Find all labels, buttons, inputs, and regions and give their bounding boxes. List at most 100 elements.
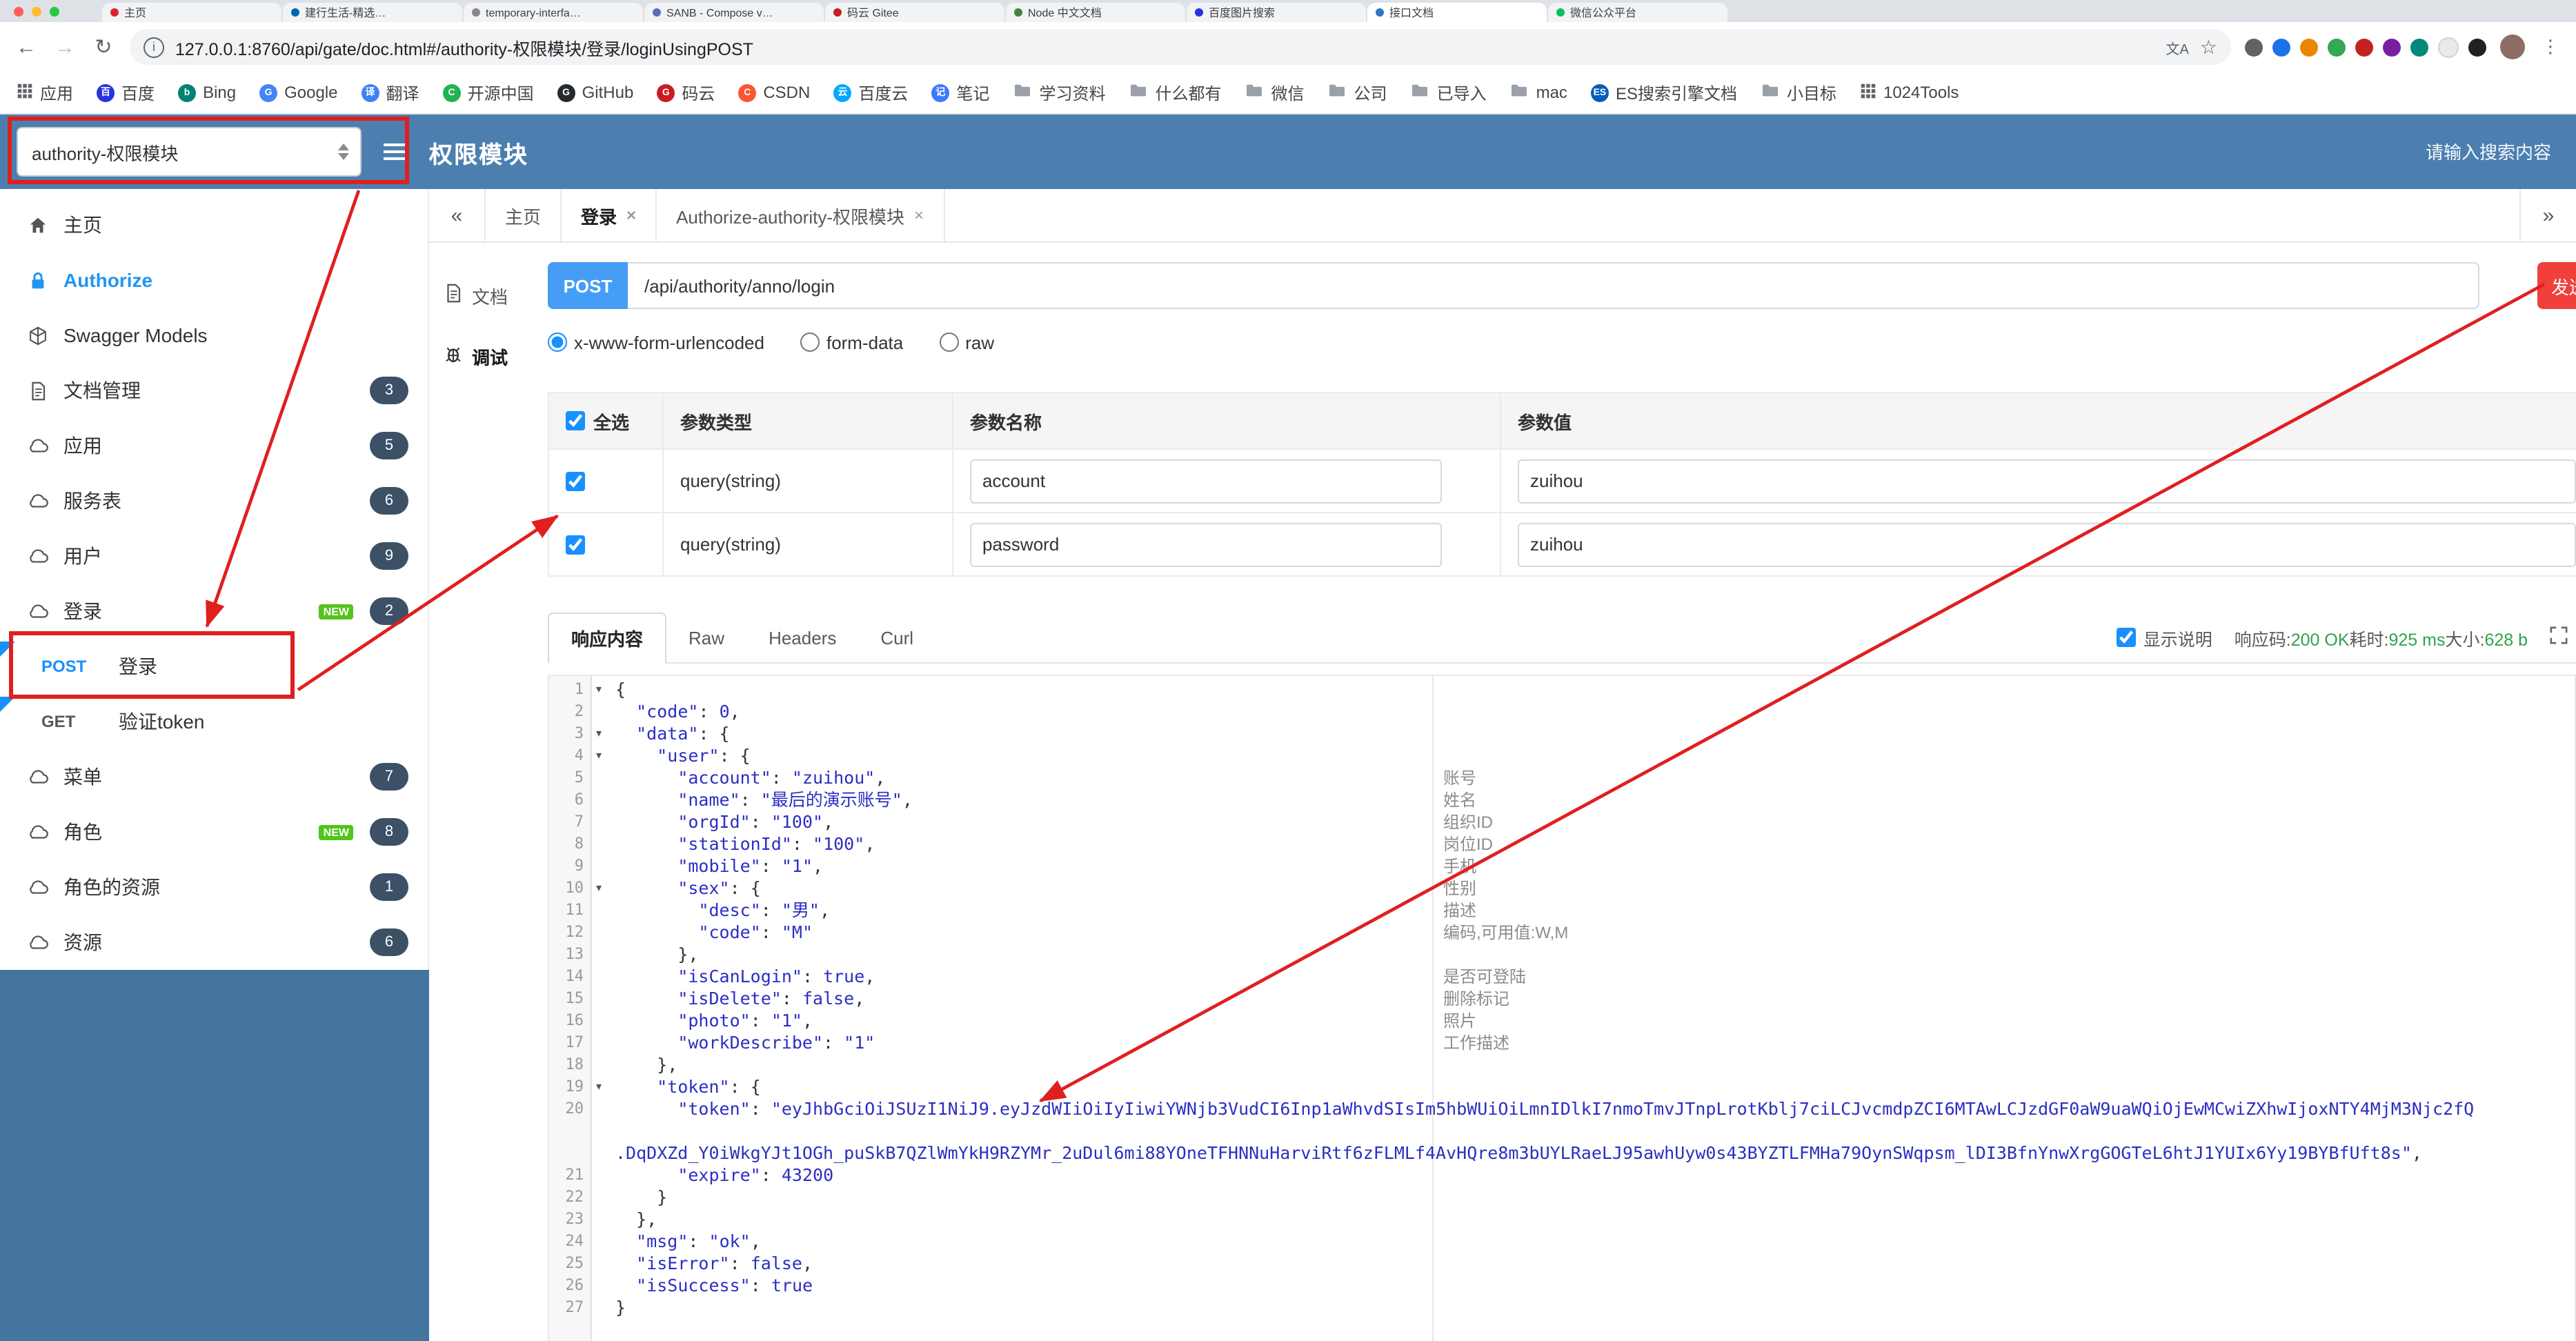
bookmark-item[interactable]: mac [1510,83,1567,102]
send-button[interactable]: 发送 [2537,262,2576,309]
browser-tab[interactable]: 建行生活-精选… [283,3,462,22]
bookmark-item[interactable]: C CSDN [738,83,810,102]
more-tabs-button[interactable]: » [2519,189,2576,241]
sidebar-item[interactable]: 角色的资源 1 [0,860,428,915]
show-description-toggle[interactable]: 显示说明 [2117,624,2212,650]
response-tab[interactable]: Headers [746,614,858,662]
extension-icon[interactable] [2410,38,2428,56]
bookmark-item[interactable]: 公司 [1328,81,1387,104]
window-controls[interactable] [14,7,59,17]
browser-tab[interactable]: 主页 [102,3,281,22]
response-tab[interactable]: Curl [858,614,935,662]
bookmark-item[interactable]: G GitHub [557,83,633,102]
bookmark-item[interactable]: G 码云 [657,81,715,104]
translate-icon[interactable]: 文A [2166,37,2189,57]
close-tab-icon[interactable]: × [626,206,636,225]
sidebar-item[interactable]: 角色 NEW 8 [0,804,428,860]
browser-tab[interactable]: temporary-interfa… [464,3,643,22]
param-checkbox[interactable] [566,471,585,490]
sidebar-item[interactable]: 菜单 7 [0,749,428,804]
browser-tab[interactable]: 接口文档 [1367,3,1547,22]
close-window-icon[interactable] [14,7,23,17]
close-tab-icon[interactable]: × [914,206,924,225]
browser-menu-icon[interactable]: ⋮ [2539,36,2562,58]
param-value-input[interactable] [1518,459,2576,503]
content-type-option[interactable]: form-data [800,332,903,352]
fold-caret-icon[interactable]: ▾ [591,723,607,745]
browser-tab[interactable]: SANB - Compose v… [644,3,824,22]
fold-caret-icon[interactable]: ▾ [591,745,607,767]
sidebar-item[interactable]: 主页 [0,197,428,252]
url-text[interactable]: 127.0.0.1:8760/api/gate/doc.html#/author… [175,34,2155,60]
param-checkbox[interactable] [566,535,585,554]
extension-icon[interactable] [2272,38,2290,56]
bookmark-item[interactable]: 微信 [1245,81,1305,104]
show-description-checkbox[interactable] [2117,628,2137,647]
content-type-radio[interactable] [939,332,959,352]
hamburger-icon[interactable] [381,138,410,166]
sidebar-item[interactable]: 登录 NEW 2 [0,584,428,639]
content-type-radio[interactable] [548,332,567,352]
sidebar-item[interactable]: 用户 9 [0,528,428,584]
reload-icon[interactable]: ↻ [91,34,116,59]
response-tab[interactable]: Raw [666,614,746,662]
bookmark-item[interactable]: 应用 [17,81,73,104]
header-search-input[interactable] [2341,140,2554,163]
bookmark-item[interactable]: 什么都有 [1129,81,1222,104]
maximize-window-icon[interactable] [50,7,59,17]
content-type-radio[interactable] [800,332,820,352]
extension-icon[interactable] [2383,38,2401,56]
fullscreen-icon[interactable] [2550,626,2568,648]
param-value-input[interactable] [1518,522,2576,566]
extension-icon[interactable] [2355,38,2373,56]
sidebar-item[interactable]: GET 验证token [0,694,428,749]
bookmark-item[interactable]: ES ES搜索引擎文档 [1590,81,1737,104]
sidebar-item[interactable]: 文档管理 3 [0,363,428,418]
browser-tab[interactable]: 微信公众平台 [1548,3,1727,22]
sidebar-item[interactable]: Swagger Models [0,308,428,363]
bookmark-item[interactable]: 1024Tools [1860,82,1959,103]
sidebar-item[interactable]: 服务表 6 [0,473,428,528]
minimize-window-icon[interactable] [32,7,41,17]
bookmark-item[interactable]: 百百度 [97,81,155,104]
content-type-option[interactable]: raw [939,332,994,352]
document-tab[interactable]: 登录 × [562,189,657,241]
page-info-icon[interactable]: i [143,37,164,57]
back-icon[interactable]: ← [14,35,39,59]
bookmark-star-icon[interactable]: ☆ [2200,35,2217,59]
browser-tab[interactable]: 百度图片搜索 [1187,3,1366,22]
select-all-checkbox[interactable] [566,411,585,430]
fold-caret-icon[interactable]: ▾ [591,1076,607,1098]
fold-caret-icon[interactable]: ▾ [591,679,607,701]
fold-caret-icon[interactable]: ▾ [591,877,607,900]
sidebar-item[interactable]: POST 登录 [0,639,428,694]
sidebar-item[interactable]: Authorize [0,252,428,308]
extension-icon[interactable] [2438,37,2459,57]
browser-tab[interactable]: Node 中文文档 [1006,3,1185,22]
forward-icon[interactable]: → [52,35,77,59]
extension-icon[interactable] [2245,38,2263,56]
document-tab[interactable]: Authorize-authority-权限模块 × [657,189,945,241]
bookmark-item[interactable]: 已导入 [1411,81,1487,104]
bookmark-item[interactable]: b Bing [178,83,236,102]
bookmark-item[interactable]: 学习资料 [1013,81,1105,104]
collapse-sidebar-button[interactable]: « [429,189,486,241]
url-field[interactable]: i 127.0.0.1:8760/api/gate/doc.html#/auth… [130,29,2231,65]
param-name-input[interactable] [970,459,1442,503]
bookmark-item[interactable]: 记笔记 [931,81,989,104]
sidebar-item[interactable]: 应用 5 [0,418,428,473]
view-tab-doc[interactable]: 文档 [429,265,526,326]
bookmark-item[interactable]: 译翻译 [361,81,419,104]
content-type-option[interactable]: x-www-form-urlencoded [548,332,764,352]
bookmark-item[interactable]: 小目标 [1761,81,1836,104]
document-tab[interactable]: 主页 [486,189,562,241]
view-tab-debug[interactable]: 调试 [429,326,526,386]
bookmark-item[interactable]: 云百度云 [833,81,908,104]
sidebar-item[interactable]: 资源 6 [0,915,428,970]
bookmark-item[interactable]: C 开源中国 [442,81,534,104]
extension-icon[interactable] [2328,38,2346,56]
extension-icon[interactable] [2300,38,2318,56]
bookmark-item[interactable]: G Google [259,83,338,102]
module-select[interactable]: authority-权限模块 [17,127,361,177]
param-name-input[interactable] [970,522,1442,566]
